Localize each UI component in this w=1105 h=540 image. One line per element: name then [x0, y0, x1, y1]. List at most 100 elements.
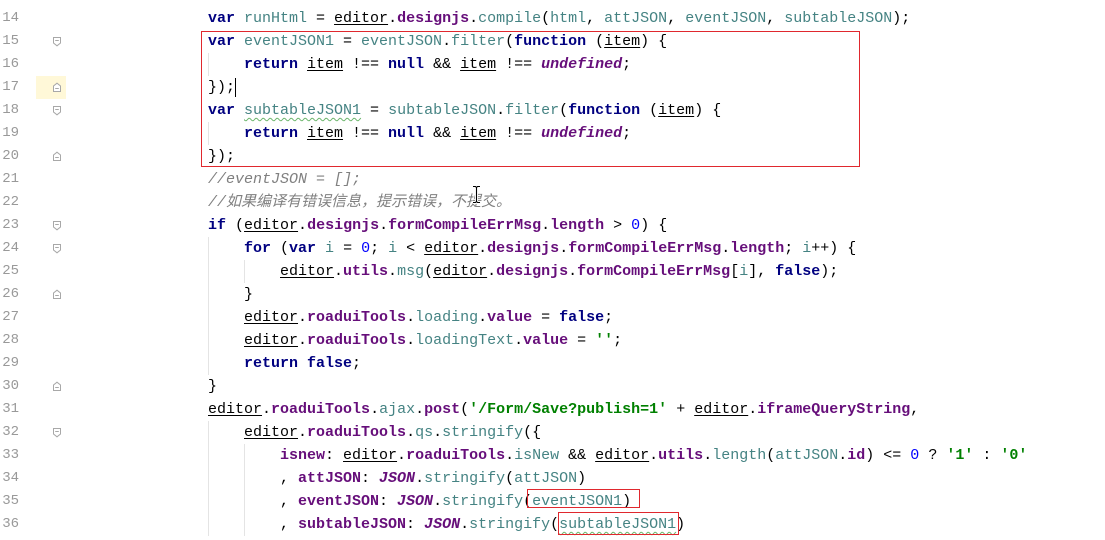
code-token[interactable]: JSON — [379, 470, 415, 487]
code-token[interactable]: ( — [460, 401, 469, 418]
code-token[interactable]: attJSON — [604, 10, 667, 27]
code-token[interactable]: utils — [343, 263, 388, 280]
code-token[interactable]: . — [415, 470, 424, 487]
code-token[interactable]: attJSON — [514, 470, 577, 487]
code-token[interactable]: , — [910, 401, 919, 418]
code-token[interactable]: : — [325, 447, 343, 464]
code-token[interactable]: designjs — [496, 263, 568, 280]
code-token[interactable]: editor — [244, 217, 298, 234]
code-token[interactable]: i — [739, 263, 748, 280]
code-token[interactable]: roaduiTools — [307, 332, 406, 349]
code-line[interactable]: editor.roaduiTools.qs.stringify({ — [244, 421, 541, 444]
code-token[interactable]: , — [280, 470, 298, 487]
code-token[interactable]: false — [559, 309, 604, 326]
code-token[interactable]: , — [766, 10, 784, 27]
code-token[interactable]: && — [559, 447, 595, 464]
code-token[interactable]: , — [667, 10, 685, 27]
code-token[interactable]: ) { — [640, 217, 667, 234]
fold-expanded-icon[interactable] — [52, 427, 62, 438]
code-token[interactable]: ; — [613, 332, 622, 349]
code-token[interactable]: ? — [919, 447, 946, 464]
code-token[interactable]: loading — [415, 309, 478, 326]
code-token[interactable]: designjs — [487, 240, 559, 257]
code-token[interactable]: editor — [433, 263, 487, 280]
code-token[interactable]: '/Form/Save?publish=1' — [469, 401, 667, 418]
code-token[interactable]: ; — [352, 355, 361, 372]
code-token[interactable]: . — [388, 263, 397, 280]
code-token[interactable]: editor — [343, 447, 397, 464]
code-line[interactable]: //eventJSON = []; — [208, 168, 361, 191]
code-line[interactable]: editor.roaduiTools.ajax.post('/Form/Save… — [208, 398, 919, 421]
code-editor[interactable]: 14 var runHtml = editor.designjs.compile(… — [0, 0, 1105, 540]
code-token[interactable]: formCompileErrMsg — [577, 263, 730, 280]
code-token[interactable]: msg — [397, 263, 424, 280]
code-token[interactable]: . — [487, 263, 496, 280]
code-token[interactable]: . — [397, 447, 406, 464]
code-token[interactable]: stringify — [469, 516, 550, 533]
code-token[interactable]: . — [838, 447, 847, 464]
code-token[interactable]: = — [307, 10, 334, 27]
code-token[interactable]: . — [388, 10, 397, 27]
code-line[interactable]: isnew: editor.roaduiTools.isNew && edito… — [280, 444, 1027, 467]
code-token[interactable]: . — [460, 516, 469, 533]
code-token[interactable]: . — [406, 309, 415, 326]
code-token[interactable]: . — [514, 332, 523, 349]
code-token[interactable]: ( — [505, 470, 514, 487]
code-token[interactable]: var — [289, 240, 325, 257]
code-token[interactable]: [ — [730, 263, 739, 280]
code-token[interactable]: roaduiTools — [406, 447, 505, 464]
code-line[interactable]: editor.roaduiTools.loadingText.value = '… — [244, 329, 622, 352]
code-token[interactable]: . — [478, 240, 487, 257]
code-token[interactable]: editor — [244, 309, 298, 326]
code-token[interactable]: : — [379, 493, 397, 510]
code-line[interactable]: for (var i = 0; i < editor.designjs.form… — [244, 237, 856, 260]
code-token[interactable]: designjs — [307, 217, 379, 234]
code-token[interactable]: = — [568, 332, 595, 349]
code-token[interactable]: '0' — [1000, 447, 1027, 464]
code-token[interactable]: attJSON — [775, 447, 838, 464]
code-token[interactable]: editor — [280, 263, 334, 280]
code-token[interactable]: } — [244, 286, 253, 303]
code-token[interactable]: return false — [244, 355, 352, 372]
code-token[interactable]: 0 — [361, 240, 370, 257]
code-token[interactable]: if — [208, 217, 235, 234]
code-token[interactable]: id — [847, 447, 865, 464]
code-token[interactable]: . — [703, 447, 712, 464]
code-token[interactable]: ( — [235, 217, 244, 234]
code-line[interactable]: //如果编译有错误信息，提示错误，不提交。 — [208, 191, 511, 214]
code-token[interactable]: ); — [892, 10, 910, 27]
code-token[interactable]: ajax — [379, 401, 415, 418]
code-token[interactable]: designjs — [397, 10, 469, 27]
fold-end-icon[interactable] — [52, 151, 62, 162]
code-token[interactable]: editor — [334, 10, 388, 27]
code-line[interactable]: var runHtml = editor.designjs.compile(ht… — [208, 7, 910, 30]
code-token[interactable]: editor — [595, 447, 649, 464]
code-token[interactable]: . — [298, 332, 307, 349]
code-token[interactable]: roaduiTools — [307, 309, 406, 326]
code-token[interactable]: . — [406, 424, 415, 441]
code-token[interactable]: value — [487, 309, 532, 326]
code-token[interactable]: isnew — [280, 447, 325, 464]
code-token[interactable]: //如果编译有错误信息，提示错误，不提交。 — [208, 194, 511, 211]
code-token[interactable]: ; — [370, 240, 388, 257]
code-token[interactable]: var — [208, 10, 244, 27]
code-token[interactable]: . — [649, 447, 658, 464]
code-token[interactable]: qs — [415, 424, 433, 441]
code-token[interactable]: runHtml — [244, 10, 307, 27]
code-token[interactable]: JSON — [397, 493, 433, 510]
code-token[interactable]: ( — [424, 263, 433, 280]
code-token[interactable]: editor — [208, 401, 262, 418]
code-token[interactable]: formCompileErrMsg — [388, 217, 541, 234]
code-token[interactable]: ; — [604, 309, 613, 326]
code-token[interactable]: ], — [748, 263, 775, 280]
code-token[interactable]: subtableJSON — [784, 10, 892, 27]
code-token[interactable]: i — [802, 240, 811, 257]
code-token[interactable]: utils — [658, 447, 703, 464]
fold-expanded-icon[interactable] — [52, 243, 62, 254]
code-token[interactable]: '' — [595, 332, 613, 349]
code-token[interactable]: i — [388, 240, 397, 257]
code-token[interactable]: . — [298, 217, 307, 234]
code-token[interactable]: ( — [541, 10, 550, 27]
code-token[interactable]: for — [244, 240, 280, 257]
code-token[interactable]: > — [604, 217, 631, 234]
